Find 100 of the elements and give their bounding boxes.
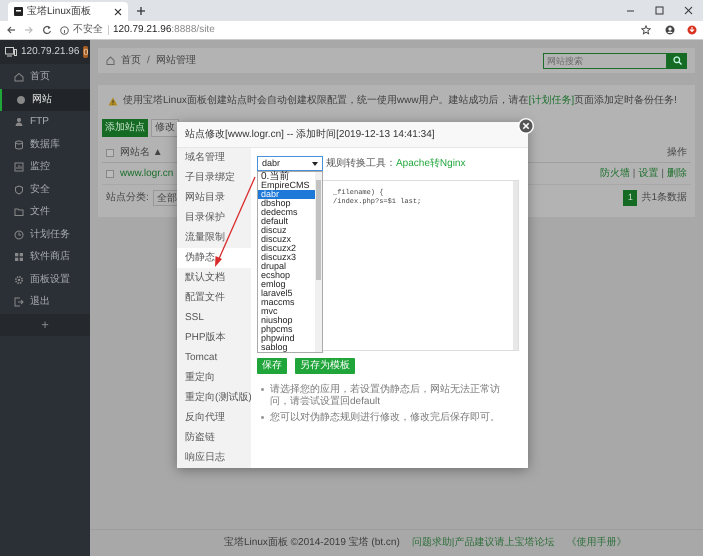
database-icon: [14, 140, 24, 150]
dropdown-option[interactable]: dedecms: [258, 208, 315, 217]
separator: |: [661, 168, 664, 178]
search-button[interactable]: [667, 52, 687, 68]
star-icon[interactable]: [641, 25, 651, 35]
folder-icon: [14, 207, 24, 218]
page-button[interactable]: 1: [623, 190, 638, 206]
caret-icon: [312, 162, 318, 166]
app-icon: [14, 7, 23, 16]
bullet-icon: [261, 416, 264, 419]
reload-icon[interactable]: [42, 25, 52, 35]
tab-title: 宝塔Linux面板: [27, 6, 92, 16]
browser-tab[interactable]: 宝塔Linux面板: [8, 2, 128, 21]
dialog-menu-item[interactable]: 伪静态: [177, 248, 251, 268]
monitor-icon: [5, 47, 17, 57]
dialog-menu-item[interactable]: 配置文件: [177, 288, 251, 308]
close-icon[interactable]: [114, 8, 122, 16]
dialog-menu-item[interactable]: 重定向(测试版): [177, 388, 251, 408]
note-text: 请选择您的应用，若设置伪静态后，网站无法正常访问，请尝试设置回default: [270, 384, 501, 408]
dropdown-option[interactable]: sablog: [258, 343, 315, 352]
dialog-menu-item[interactable]: 流量限制: [177, 228, 251, 248]
notice-text: 使用宝塔Linux面板创建站点时会自动创建权限配置，统一使用www用户。建站成功后，请在[计划任务]页面添加定时备份任务!: [123, 96, 677, 106]
dropdown-option[interactable]: emlog: [258, 280, 315, 289]
dropdown-option[interactable]: discuzx2: [258, 244, 315, 253]
breadcrumb-current: 网站管理: [156, 56, 196, 66]
dialog-menu-item[interactable]: 反向代理: [177, 408, 251, 428]
sidebar-item[interactable]: 安全: [0, 178, 90, 201]
scrollbar[interactable]: [315, 172, 322, 352]
dialog-menu-item[interactable]: Tomcat: [177, 348, 251, 368]
breadcrumb-link[interactable]: 首页: [121, 56, 141, 66]
back-arrow-icon[interactable]: [6, 25, 16, 35]
server-address: 120.79.21.96: [21, 47, 80, 57]
sidebar-item[interactable]: 文件: [0, 201, 90, 224]
sidebar-item[interactable]: 数据库: [0, 134, 90, 156]
sidebar-item[interactable]: 计划任务: [0, 224, 90, 246]
category-label: 站点分类:: [106, 193, 149, 203]
dialog-menu-item[interactable]: 目录保护: [177, 208, 251, 228]
dialog-menu-item[interactable]: PHP版本: [177, 328, 251, 348]
dialog-menu-item[interactable]: 重定向: [177, 368, 251, 388]
close-icon[interactable]: [684, 6, 693, 15]
maximize-icon[interactable]: [655, 6, 664, 15]
rule-select[interactable]: dabr: [257, 156, 323, 171]
sidebar-item[interactable]: 软件商店: [0, 246, 90, 268]
count-badge: 0: [83, 46, 88, 58]
dropdown-option[interactable]: mvc: [258, 307, 315, 316]
scrollbar-thumb[interactable]: [316, 180, 321, 280]
sidebar-item[interactable]: FTP: [0, 111, 90, 134]
dialog-menu-item[interactable]: 默认文档: [177, 268, 251, 288]
address-bar[interactable]: 不安全 120.79.21.96:8888/site: [60, 22, 633, 38]
dropdown-option[interactable]: ecshop: [258, 271, 315, 280]
house-icon: [106, 56, 115, 65]
bullet-icon: [261, 388, 264, 391]
dialog-menu-item[interactable]: 防盗链: [177, 428, 251, 448]
tool-label: 规则转换工具：: [326, 158, 396, 168]
security-label: 不安全: [73, 25, 109, 35]
dropdown-option[interactable]: phpwind: [258, 334, 315, 343]
column-header: 操作: [667, 148, 687, 158]
note-text: 您可以对伪静态规则进行修改，修改完后保存即可。: [270, 412, 500, 424]
dropdown-option[interactable]: discuzx: [258, 235, 315, 244]
dropdown-option[interactable]: discuz: [258, 226, 315, 235]
breadcrumb-separator: /: [147, 56, 150, 66]
dropdown-option[interactable]: EmpireCMS: [258, 181, 315, 190]
toolbar-button[interactable]: 修改: [151, 119, 179, 137]
add-button[interactable]: +: [41, 318, 49, 331]
dropdown-option[interactable]: dabr: [258, 190, 315, 199]
dropdown-option[interactable]: laravel5: [258, 289, 315, 298]
checkbox[interactable]: [106, 170, 114, 178]
sidebar-item[interactable]: 网站: [0, 88, 90, 111]
dialog-menu-item[interactable]: SSL: [177, 308, 251, 328]
add-site-button[interactable]: 添加站点: [102, 119, 148, 137]
dropdown-option[interactable]: discuzx3: [258, 253, 315, 262]
house-icon: [14, 72, 24, 82]
sidebar-item[interactable]: 首页: [0, 66, 90, 88]
separator: |: [632, 168, 636, 178]
dropdown-option[interactable]: phpcms: [258, 325, 315, 334]
dropdown-option[interactable]: 0.当前: [258, 172, 315, 181]
grid-icon: [14, 252, 24, 262]
search-field[interactable]: 网站搜索: [543, 52, 667, 68]
dropdown-option[interactable]: niushop: [258, 316, 315, 325]
total-count: 共1条数据: [641, 193, 687, 203]
info-icon: [60, 26, 69, 34]
sidebar-item[interactable]: 面板设置: [0, 268, 90, 291]
copyright-text: 宝塔Linux面板 ©2014-2019 宝塔 (bt.cn): [224, 538, 400, 548]
plus-icon[interactable]: [136, 6, 146, 16]
checkbox[interactable]: [106, 148, 114, 156]
dropdown-option[interactable]: dbshop: [258, 199, 315, 208]
extension-icon[interactable]: [687, 25, 697, 35]
sidebar-item[interactable]: 监控: [0, 156, 90, 178]
exit-icon: [14, 297, 24, 308]
dropdown-option[interactable]: drupal: [258, 262, 315, 271]
dialog-menu-item[interactable]: 域名管理: [177, 148, 251, 168]
dialog-menu-item[interactable]: 响应日志: [177, 448, 251, 468]
url-text: 120.79.21.96:8888/site: [113, 25, 215, 35]
dropdown-option[interactable]: default: [258, 217, 315, 226]
dialog-menu-item[interactable]: 子目录绑定: [177, 168, 251, 188]
dropdown-option[interactable]: maccms: [258, 298, 315, 307]
sidebar-item[interactable]: 退出: [0, 291, 90, 314]
globe-icon: [16, 94, 26, 105]
account-icon[interactable]: [665, 25, 675, 35]
column-header[interactable]: 网站名 ▲: [120, 148, 163, 158]
